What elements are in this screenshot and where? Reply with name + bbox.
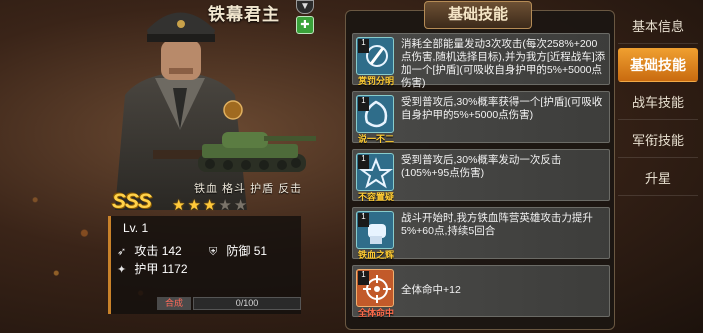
attack-stat: ➶ 攻击 142 bbox=[117, 242, 182, 259]
skill-desc: 战斗开始时,我方铁血阵营英雄攻击力提升5%+60点,持续5回合 bbox=[401, 212, 593, 237]
panel-title-banner: 基础技能 bbox=[424, 1, 532, 29]
tab-star-up[interactable]: 升星 bbox=[618, 162, 698, 196]
armor-value: 1172 bbox=[161, 262, 188, 276]
tab-rank-skills[interactable]: 军衔技能 bbox=[618, 124, 698, 158]
counter-strike-icon: 1 bbox=[356, 153, 394, 191]
hero-stats-panel: Lv. 1 ➶ 攻击 142 ⛨ 防御 51 ✦ 护甲 1172 合成 0/10… bbox=[108, 216, 301, 314]
hero-title: 铁幕君主 bbox=[208, 5, 280, 24]
defense-icon: ⛨ bbox=[209, 246, 218, 258]
tab-basic-skills[interactable]: 基础技能 bbox=[618, 48, 698, 82]
hero-level: Lv. 1 bbox=[123, 221, 149, 235]
defense-label: 防御 bbox=[226, 244, 251, 258]
sword-shield-icon: 1 bbox=[356, 37, 394, 75]
plus-badge-icon[interactable]: ✚ bbox=[296, 16, 314, 34]
skill-desc: 受到普攻后,30%概率获得一个[护盾](可吸收自身护甲的5%+5000点伤害) bbox=[401, 96, 603, 121]
panel-title: 基础技能 bbox=[447, 6, 508, 23]
side-tabs: 基本信息 基础技能 战车技能 军衔技能 升星 bbox=[618, 10, 698, 200]
skill-level: 1 bbox=[358, 271, 369, 285]
skill-desc: 受到普攻后,30%概率发动一次反击(105%+95点伤害) bbox=[401, 154, 562, 179]
v-badge-icon[interactable]: ▼ bbox=[296, 0, 314, 14]
star-filled-icon: ★ bbox=[202, 197, 217, 214]
star-empty-icon: ★ bbox=[233, 197, 248, 214]
merge-button[interactable]: 合成 bbox=[157, 297, 191, 310]
skill-card-4[interactable]: 1 铁血之辉 战斗开始时,我方铁血阵营英雄攻击力提升5%+60点,持续5回合 bbox=[352, 207, 610, 260]
attack-icon: ➶ bbox=[117, 246, 127, 258]
merge-progress-bar: 0/100 bbox=[193, 297, 301, 310]
skill-desc: 消耗全部能量发动3次攻击(每次258%+200点伤害,随机选择目标),并为我方[… bbox=[401, 38, 606, 89]
skill-desc: 全体命中+12 bbox=[401, 284, 461, 296]
fist-icon: 1 bbox=[356, 211, 394, 249]
star-empty-icon: ★ bbox=[218, 197, 232, 214]
shield-swirl-icon: 1 bbox=[356, 95, 394, 133]
skill-level: 1 bbox=[358, 39, 369, 53]
attack-label: 攻击 bbox=[134, 244, 159, 258]
skill-level: 1 bbox=[358, 97, 369, 111]
skill-card-3[interactable]: 1 不容置疑 受到普攻后,30%概率发动一次反击(105%+95点伤害) bbox=[352, 149, 610, 202]
tab-tank-skills[interactable]: 战车技能 bbox=[618, 86, 698, 120]
skill-card-2[interactable]: 1 说一不二 受到普攻后,30%概率获得一个[护盾](可吸收自身护甲的5%+50… bbox=[352, 91, 610, 144]
star-filled-icon: ★ bbox=[172, 197, 186, 214]
skill-card-1[interactable]: 1 赏罚分明 消耗全部能量发动3次攻击(每次258%+200点伤害,随机选择目标… bbox=[352, 33, 610, 89]
attack-value: 142 bbox=[161, 244, 182, 258]
skills-panel: 基础技能 1 赏罚分明 消耗全部能量发动3次攻击(每次258%+200点伤害,随… bbox=[345, 1, 615, 330]
tank-tags: 铁血 格斗 护盾 反击 bbox=[194, 183, 303, 195]
defense-value: 51 bbox=[253, 244, 268, 258]
skill-name: 不容置疑 bbox=[357, 192, 394, 202]
armor-stat: ✦ 护甲 1172 bbox=[117, 260, 188, 277]
star-rating: ★ ★ ★ ★ ★ bbox=[172, 196, 247, 214]
armor-label: 护甲 bbox=[134, 262, 159, 276]
skill-name: 赏罚分明 bbox=[357, 76, 394, 86]
skill-card-5[interactable]: 1 全体命中 全体命中+12 bbox=[352, 265, 610, 318]
skill-name: 说一不二 bbox=[357, 134, 394, 144]
crosshair-icon: 1 bbox=[356, 269, 394, 307]
star-filled-icon: ★ bbox=[187, 197, 201, 214]
grade-badge: SSS bbox=[112, 190, 152, 213]
skill-name: 铁血之辉 bbox=[357, 250, 394, 260]
skill-name: 全体命中 bbox=[357, 308, 394, 318]
tab-basic-info[interactable]: 基本信息 bbox=[618, 10, 698, 44]
skill-level: 1 bbox=[358, 213, 369, 227]
skill-level: 1 bbox=[358, 155, 369, 169]
armor-icon: ✦ bbox=[117, 264, 127, 276]
defense-stat: ⛨ 防御 51 bbox=[209, 242, 267, 259]
tank-image bbox=[198, 132, 316, 172]
merge-row: 合成 0/100 bbox=[119, 297, 302, 310]
